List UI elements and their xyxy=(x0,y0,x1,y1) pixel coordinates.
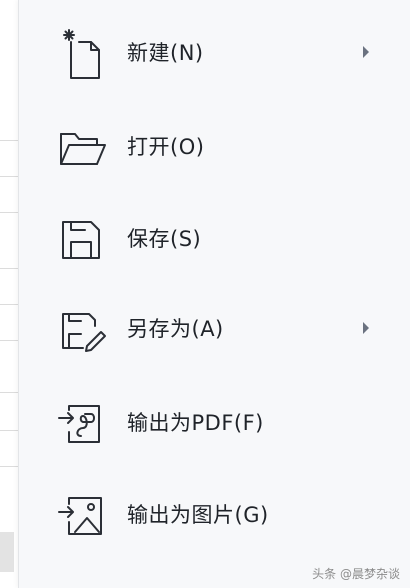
background-gridline xyxy=(0,140,20,141)
background-app-strip xyxy=(0,0,20,588)
menu-item-export-pdf[interactable]: 输出为PDF(F) xyxy=(19,386,410,458)
background-gridline xyxy=(0,430,20,431)
new-file-icon xyxy=(53,24,109,80)
export-image-icon xyxy=(53,486,109,542)
menu-item-save[interactable]: 保存(S) xyxy=(19,202,410,274)
submenu-arrow-icon xyxy=(363,46,369,58)
menu-item-label: 打开(O) xyxy=(127,135,205,159)
background-gridline xyxy=(0,340,20,341)
background-block xyxy=(0,532,14,572)
folder-open-icon xyxy=(53,118,109,174)
menu-item-open[interactable]: 打开(O) xyxy=(19,110,410,182)
background-gridline xyxy=(0,176,20,177)
screen: 新建(N) 打开(O) 保存(S) 另存为(A) 输出为PDF(F) 输出为图片… xyxy=(0,0,410,588)
save-icon xyxy=(53,210,109,266)
menu-item-label: 新建(N) xyxy=(127,41,204,65)
background-gridline xyxy=(0,304,20,305)
menu-item-partial[interactable] xyxy=(59,580,99,588)
export-pdf-icon xyxy=(53,394,109,450)
submenu-arrow-icon xyxy=(363,322,369,334)
menu-item-new[interactable]: 新建(N) xyxy=(19,16,410,88)
menu-item-label: 另存为(A) xyxy=(127,317,224,341)
file-menu: 新建(N) 打开(O) 保存(S) 另存为(A) 输出为PDF(F) 输出为图片… xyxy=(18,0,410,588)
background-gridline xyxy=(0,466,20,467)
menu-item-label: 输出为PDF(F) xyxy=(127,411,264,435)
menu-item-export-image[interactable]: 输出为图片(G) xyxy=(19,478,410,550)
background-gridline xyxy=(0,212,20,213)
background-block xyxy=(0,0,14,140)
background-gridline xyxy=(0,268,20,269)
menu-item-label: 保存(S) xyxy=(127,227,202,251)
watermark: 头条 @晨梦杂谈 xyxy=(312,567,400,581)
save-as-icon xyxy=(53,300,109,356)
menu-item-save-as[interactable]: 另存为(A) xyxy=(19,292,410,364)
menu-item-label: 输出为图片(G) xyxy=(127,503,269,527)
background-gridline xyxy=(0,392,20,393)
